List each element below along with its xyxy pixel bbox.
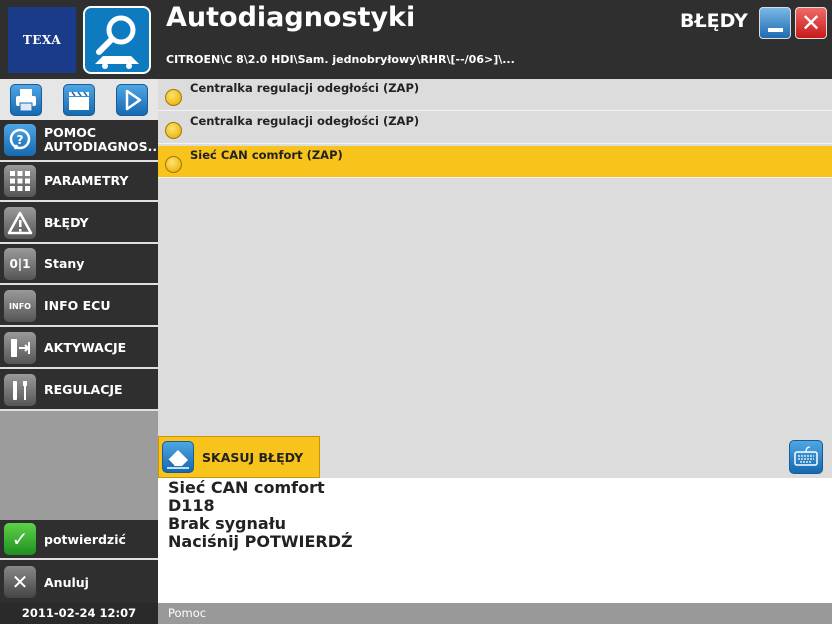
list-item[interactable]: Centralka regulacji odegłości (ZAP) (158, 79, 832, 111)
status-bulb-icon (165, 89, 182, 106)
texa-logo: TEXA (8, 7, 76, 73)
tools-icon (4, 374, 36, 406)
menu-item-adjustments[interactable]: REGULACJE (0, 371, 158, 411)
help-icon: ? (4, 124, 36, 156)
states-icon: 0|1 (4, 248, 36, 280)
erase-faults-label: SKASUJ BŁĘDY (202, 449, 304, 465)
menu-label-activations: AKTYWACJE (44, 340, 127, 355)
fault-list: Centralka regulacji odegłości (ZAP) Cent… (158, 79, 832, 436)
menu-label-help: POMOC AUTODIAGNOS... (44, 125, 162, 154)
keyboard-icon (794, 446, 818, 466)
autodiagnosis-icon (83, 6, 151, 74)
menu-item-help[interactable]: ? POMOC AUTODIAGNOS... (0, 120, 162, 162)
menu-label-ecu-info: INFO ECU (44, 298, 111, 313)
menu-label-states: Stany (44, 256, 85, 271)
detail-line: D118 (168, 496, 215, 515)
confirm-button[interactable]: ✓ potwierdzić (0, 520, 158, 560)
list-item-label: Centralka regulacji odegłości (ZAP) (190, 114, 420, 128)
play-button[interactable] (116, 84, 148, 116)
section-label: BŁĘDY (680, 10, 748, 32)
list-item-label: Centralka regulacji odegłości (ZAP) (190, 81, 420, 95)
detail-line: Sieć CAN comfort (168, 478, 325, 497)
page-title: Autodiagnostyki (166, 2, 416, 33)
status-bar: Pomoc (158, 603, 832, 624)
close-icon: ✕ (800, 9, 822, 37)
cancel-button[interactable]: ✕ Anuluj (0, 562, 158, 602)
header: TEXA Autodiagnostyki BŁĘDY ✕ CITROEN\C 8… (0, 0, 832, 79)
erase-faults-button[interactable]: SKASUJ BŁĘDY (158, 436, 320, 478)
list-item-selected[interactable]: Sieć CAN comfort (ZAP) (158, 146, 832, 178)
menu-label-adjustments: REGULACJE (44, 382, 123, 397)
menu-item-parameters[interactable]: PARAMETRY (0, 162, 158, 202)
eraser-icon (162, 441, 194, 473)
grid-icon (4, 165, 36, 197)
menu-item-states[interactable]: 0|1 Stany (0, 245, 158, 285)
list-item-label: Sieć CAN comfort (ZAP) (190, 148, 343, 162)
status-bulb-icon (165, 156, 182, 173)
menu-item-faults[interactable]: BŁĘDY (0, 204, 158, 244)
actuator-icon (4, 332, 36, 364)
cancel-label: Anuluj (44, 574, 89, 590)
checkmark-icon: ✓ (4, 523, 36, 555)
menu-item-activations[interactable]: AKTYWACJE (0, 329, 158, 369)
action-bar: SKASUJ BŁĘDY (158, 436, 832, 478)
detail-line: Naciśnij POTWIERDŹ (168, 532, 353, 551)
vehicle-path-breadcrumb: CITROEN\C 8\2.0 HDI\Sam. jednobryłowy\RH… (166, 53, 515, 66)
keyboard-button[interactable] (789, 440, 823, 474)
list-item[interactable]: Centralka regulacji odegłości (ZAP) (158, 112, 832, 144)
confirm-label: potwierdzić (44, 531, 126, 547)
menu-item-ecu-info[interactable]: INFO INFO ECU (0, 287, 158, 327)
warning-icon (4, 207, 36, 239)
printer-icon (16, 89, 36, 112)
clapperboard-icon (69, 91, 89, 110)
logo-text: TEXA (22, 33, 62, 47)
play-icon (125, 89, 142, 111)
svg-text:?: ? (17, 133, 24, 147)
info-icon: INFO (4, 290, 36, 322)
datetime: 2011-02-24 12:07 (0, 603, 158, 624)
menu-label-parameters: PARAMETRY (44, 173, 129, 188)
print-button[interactable] (10, 84, 42, 116)
detail-line: Brak sygnału (168, 514, 287, 533)
close-button[interactable]: ✕ (795, 7, 827, 39)
minimize-button[interactable] (759, 7, 791, 39)
left-spacer (0, 411, 158, 520)
video-button[interactable] (63, 84, 95, 116)
fault-details: Sieć CAN comfort D118 Brak sygnału Naciś… (158, 478, 832, 603)
left-toolbar (0, 79, 158, 120)
status-bulb-icon (165, 122, 182, 139)
menu-label-faults: BŁĘDY (44, 215, 89, 230)
cancel-x-icon: ✕ (4, 566, 36, 598)
